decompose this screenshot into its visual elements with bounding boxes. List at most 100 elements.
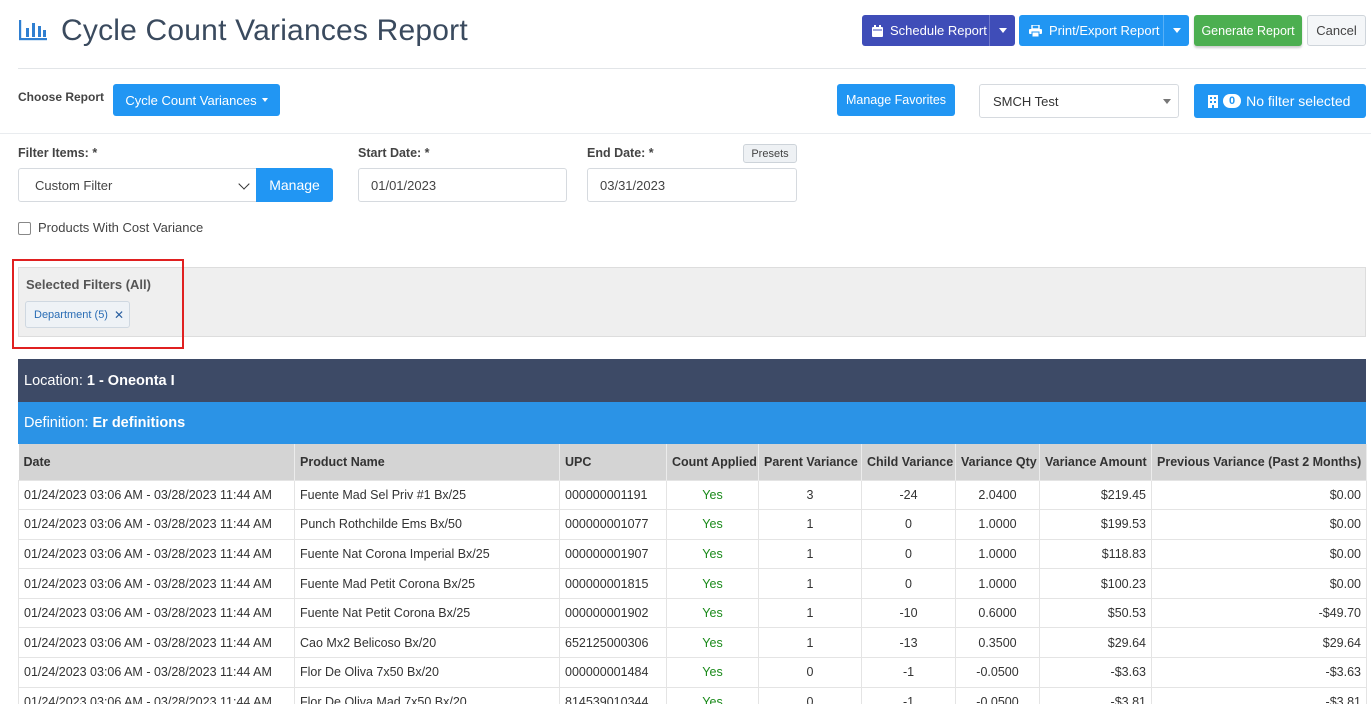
cost-variance-label[interactable]: Products With Cost Variance [38, 220, 203, 235]
cell-parent-variance: 1 [758, 509, 862, 540]
cell-child-variance: -1 [861, 657, 956, 688]
chevron-down-icon [1172, 28, 1181, 33]
cell-variance-amount: $50.53 [1039, 597, 1152, 629]
print-export-main[interactable]: Print/Export Report [1019, 15, 1163, 46]
definition-header: Definition: Er definitions [18, 402, 1366, 444]
location-label: Location: [24, 372, 83, 389]
table-row: 01/24/2023 03:06 AM - 03/28/2023 11:44 A… [18, 509, 1367, 540]
cell-previous-variance: $29.64 [1151, 627, 1367, 659]
schedule-report-dropdown[interactable] [989, 15, 1015, 46]
cell-upc: 814539010344 [559, 686, 667, 704]
manage-favorites-button[interactable]: Manage Favorites [837, 84, 955, 116]
cell-upc: 000000001484 [559, 657, 667, 688]
table-body: 01/24/2023 03:06 AM - 03/28/2023 11:44 A… [18, 479, 1367, 704]
filter-status-label: No filter selected [1246, 93, 1351, 109]
cell-child-variance: -24 [861, 479, 956, 511]
cell-variance-qty: -0.0500 [955, 686, 1040, 704]
variance-table: Date Product Name UPC Count Applied Pare… [18, 444, 1367, 704]
cell-variance-qty: 1.0000 [955, 509, 1040, 540]
cell-count-applied: Yes [666, 627, 759, 659]
cell-variance-qty: 1.0000 [955, 568, 1040, 599]
chevron-down-icon [998, 28, 1007, 33]
cell-previous-variance: -$49.70 [1151, 597, 1367, 629]
cell-variance-amount: -$3.63 [1039, 657, 1152, 688]
cell-child-variance: 0 [861, 509, 956, 540]
cell-count-applied: Yes [666, 657, 759, 688]
highlight-annotation [12, 259, 184, 349]
filter-items-label: Filter Items: * [18, 146, 98, 160]
cell-previous-variance: -$3.63 [1151, 657, 1367, 688]
cancel-button[interactable]: Cancel [1307, 15, 1366, 46]
schedule-report-button[interactable]: Schedule Report [862, 15, 1015, 46]
report-type-dropdown[interactable]: Cycle Count Variances [113, 84, 280, 116]
cell-variance-qty: 2.0400 [955, 479, 1040, 511]
start-date-input[interactable]: 01/01/2023 [358, 168, 567, 202]
cell-variance-qty: -0.0500 [955, 657, 1040, 688]
section-divider [0, 133, 1371, 134]
header-divider [18, 68, 1366, 69]
cell-upc: 000000001815 [559, 568, 667, 599]
cell-date: 01/24/2023 03:06 AM - 03/28/2023 11:44 A… [18, 538, 295, 570]
store-filter-button[interactable]: 0 No filter selected [1194, 84, 1366, 118]
filter-items-select[interactable]: Custom Filter [18, 168, 257, 202]
cell-variance-amount: $199.53 [1039, 509, 1152, 540]
cell-parent-variance: 1 [758, 597, 862, 629]
column-header-variance-qty[interactable]: Variance Qty [955, 444, 1040, 480]
cell-previous-variance: $0.00 [1151, 479, 1367, 511]
cost-variance-checkbox[interactable] [18, 222, 31, 235]
cell-parent-variance: 0 [758, 657, 862, 688]
cell-parent-variance: 3 [758, 479, 862, 511]
store-select[interactable]: SMCH Test [979, 84, 1179, 118]
table-row: 01/24/2023 03:06 AM - 03/28/2023 11:44 A… [18, 538, 1367, 570]
column-header-child-variance[interactable]: Child Variance [861, 444, 956, 480]
column-header-date[interactable]: Date [18, 444, 295, 480]
building-icon [1208, 94, 1218, 108]
table-header-row: Date Product Name UPC Count Applied Pare… [18, 444, 1367, 480]
table-row: 01/24/2023 03:06 AM - 03/28/2023 11:44 A… [18, 657, 1367, 688]
cell-parent-variance: 1 [758, 538, 862, 570]
cell-variance-amount: $118.83 [1039, 538, 1152, 570]
location-value: 1 - Oneonta I [86, 372, 175, 389]
print-export-dropdown[interactable] [1163, 15, 1189, 46]
filter-items-value: Custom Filter [35, 177, 113, 193]
print-export-button[interactable]: Print/Export Report [1019, 15, 1189, 46]
location-header: Location: 1 - Oneonta I [18, 359, 1366, 402]
cell-count-applied: Yes [666, 597, 759, 629]
table-row: 01/24/2023 03:06 AM - 03/28/2023 11:44 A… [18, 597, 1367, 629]
cell-variance-amount: $100.23 [1039, 568, 1152, 599]
table-row: 01/24/2023 03:06 AM - 03/28/2023 11:44 A… [18, 686, 1367, 704]
cell-product: Fuente Mad Petit Corona Bx/25 [294, 568, 560, 599]
definition-value: Er definitions [92, 415, 186, 431]
column-header-count-applied[interactable]: Count Applied [666, 444, 759, 480]
definition-label: Definition: [24, 415, 89, 431]
table-row: 01/24/2023 03:06 AM - 03/28/2023 11:44 A… [18, 479, 1367, 511]
cell-product: Cao Mx2 Belicoso Bx/20 [294, 627, 560, 659]
cell-product: Fuente Nat Petit Corona Bx/25 [294, 597, 560, 629]
cell-variance-amount: $29.64 [1039, 627, 1152, 659]
cell-date: 01/24/2023 03:06 AM - 03/28/2023 11:44 A… [18, 657, 295, 688]
cell-upc: 000000001902 [559, 597, 667, 629]
end-date-label: End Date: * [587, 146, 654, 160]
column-header-product[interactable]: Product Name [294, 444, 560, 480]
column-header-previous-variance[interactable]: Previous Variance (Past 2 Months) [1151, 444, 1367, 480]
cell-previous-variance: $0.00 [1151, 568, 1367, 599]
schedule-report-main[interactable]: Schedule Report [862, 15, 989, 46]
chevron-down-icon [238, 178, 250, 190]
cell-date: 01/24/2023 03:06 AM - 03/28/2023 11:44 A… [18, 597, 295, 629]
manage-filter-button[interactable]: Manage [256, 168, 333, 202]
table-row: 01/24/2023 03:06 AM - 03/28/2023 11:44 A… [18, 568, 1367, 599]
cell-upc: 652125000306 [559, 627, 667, 659]
generate-report-button[interactable]: Generate Report [1194, 15, 1302, 46]
cell-variance-qty: 1.0000 [955, 538, 1040, 570]
table-row: 01/24/2023 03:06 AM - 03/28/2023 11:44 A… [18, 627, 1367, 659]
end-date-input[interactable]: 03/31/2023 [587, 168, 797, 202]
column-header-variance-amount[interactable]: Variance Amount [1039, 444, 1152, 480]
calendar-icon [872, 24, 883, 37]
chevron-down-icon [1163, 99, 1171, 104]
choose-report-label: Choose Report [18, 90, 105, 104]
report-type-label: Cycle Count Variances [125, 92, 257, 108]
presets-button[interactable]: Presets [743, 144, 797, 163]
column-header-upc[interactable]: UPC [559, 444, 667, 480]
cell-previous-variance: $0.00 [1151, 509, 1367, 540]
column-header-parent-variance[interactable]: Parent Variance [758, 444, 862, 480]
